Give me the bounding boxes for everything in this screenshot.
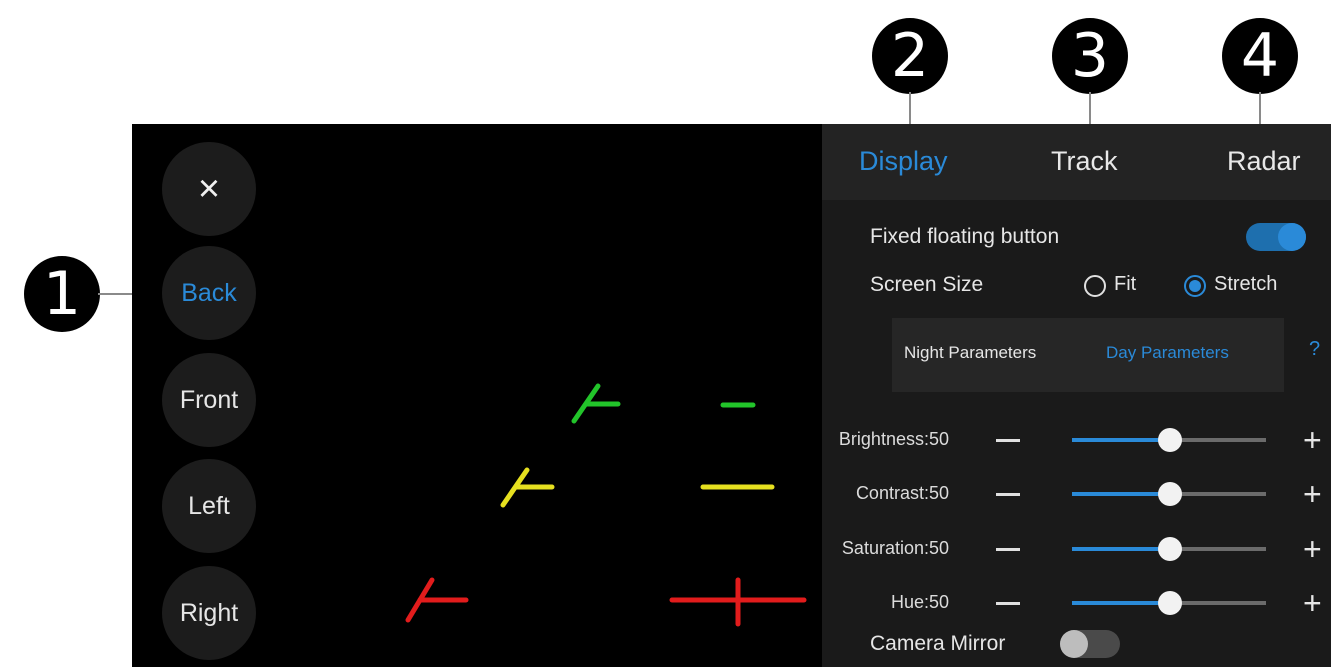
toggle-knob	[1060, 630, 1088, 658]
tab-track[interactable]: Track	[1051, 146, 1118, 177]
callout-4: 4	[1222, 18, 1298, 94]
day-parameters-tab[interactable]: Day Parameters	[1106, 343, 1229, 363]
callout-3: 3	[1052, 18, 1128, 94]
fixed-floating-label: Fixed floating button	[870, 225, 1060, 248]
radio-stretch[interactable]	[1184, 275, 1206, 297]
close-icon: ×	[197, 167, 221, 210]
camera-screen: × Back Front Left Right Display Track Ra…	[132, 124, 1331, 667]
radio-fit[interactable]	[1084, 275, 1106, 297]
camera-mirror-label: Camera Mirror	[870, 632, 1006, 655]
radio-fit-label[interactable]: Fit	[1114, 273, 1136, 296]
brightness-plus[interactable]: +	[1303, 424, 1322, 456]
front-camera-button[interactable]: Front	[162, 353, 256, 447]
toggle-knob	[1278, 223, 1306, 251]
hue-label: Hue:50	[890, 592, 949, 612]
contrast-plus[interactable]: +	[1303, 478, 1322, 510]
tab-radar[interactable]: Radar	[1227, 146, 1301, 177]
hue-plus[interactable]: +	[1303, 587, 1322, 619]
parameters-switch: Night Parameters Day Parameters	[892, 318, 1284, 392]
night-parameters-tab[interactable]: Night Parameters	[904, 343, 1036, 363]
right-camera-button[interactable]: Right	[162, 566, 256, 660]
tab-display[interactable]: Display	[859, 146, 948, 177]
contrast-thumb[interactable]	[1158, 482, 1182, 506]
contrast-minus[interactable]	[996, 493, 1020, 496]
fixed-floating-toggle[interactable]	[1246, 223, 1306, 251]
back-camera-button[interactable]: Back	[162, 246, 256, 340]
hue-thumb[interactable]	[1158, 591, 1182, 615]
screen-size-label: Screen Size	[870, 273, 984, 296]
radio-stretch-label[interactable]: Stretch	[1214, 273, 1277, 296]
camera-mirror-toggle[interactable]	[1060, 630, 1120, 658]
saturation-plus[interactable]: +	[1303, 533, 1322, 565]
left-camera-button[interactable]: Left	[162, 459, 256, 553]
brightness-thumb[interactable]	[1158, 428, 1182, 452]
hue-minus[interactable]	[996, 602, 1020, 605]
tab-bar: Display Track Radar	[822, 124, 1331, 200]
settings-panel: Display Track Radar Fixed floating butto…	[822, 124, 1331, 667]
saturation-minus[interactable]	[996, 548, 1020, 551]
contrast-label: Contrast:50	[855, 483, 949, 503]
help-icon[interactable]: ?	[1309, 338, 1320, 361]
brightness-label: Brightness:50	[838, 429, 949, 449]
callout-1: 1	[24, 256, 100, 332]
saturation-thumb[interactable]	[1158, 537, 1182, 561]
close-button[interactable]: ×	[162, 142, 256, 236]
saturation-label: Saturation:50	[841, 538, 949, 558]
brightness-minus[interactable]	[996, 439, 1020, 442]
callout-2: 2	[872, 18, 948, 94]
